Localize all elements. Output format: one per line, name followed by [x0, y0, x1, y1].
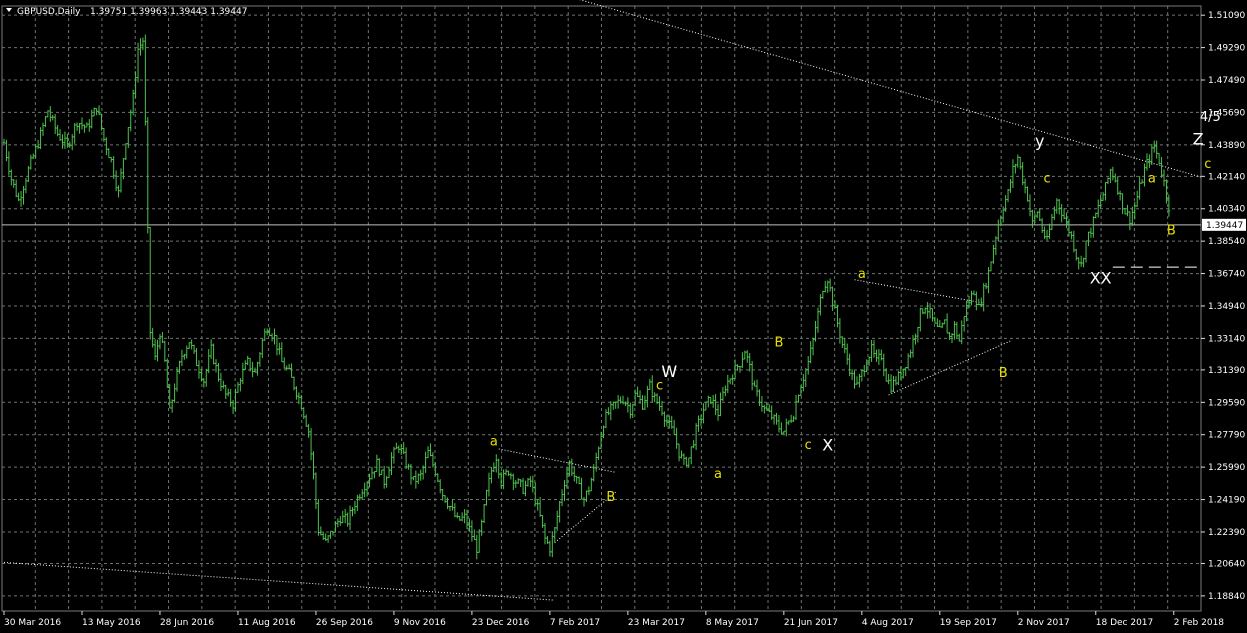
x-tick-label: 21 Jun 2017 — [784, 618, 838, 628]
x-tick-label: 13 May 2016 — [82, 618, 141, 628]
wave-label-major: XX — [1090, 268, 1112, 287]
y-tick-label: 1.42140 — [1208, 172, 1245, 182]
x-tick-label: 9 Nov 2016 — [394, 618, 446, 628]
x-tick-label: 11 Aug 2016 — [238, 618, 296, 628]
x-tick-label: 19 Sep 2017 — [940, 618, 997, 628]
y-tick-label: 1.20640 — [1208, 559, 1245, 569]
y-tick-label: 1.43890 — [1208, 141, 1245, 151]
wave-label-minor: B — [606, 490, 615, 505]
wave-label-minor: a — [714, 467, 722, 482]
y-tick-label: 1.34940 — [1208, 302, 1245, 312]
y-tick-label: 1.45690 — [1208, 108, 1245, 118]
wave-label-minor: B — [1167, 224, 1176, 239]
y-tick-label: 1.31390 — [1208, 366, 1245, 376]
wave-label-minor: B — [775, 335, 784, 350]
wave-label-minor: B — [999, 366, 1008, 381]
y-tick-label: 1.33140 — [1208, 334, 1245, 344]
wave-label-minor: a — [1148, 171, 1156, 186]
price-chart[interactable]: aBcaBcaBc aBcWXyXXZ4/5 1.510901.492901.47… — [0, 0, 1247, 633]
y-tick-label: 1.18840 — [1208, 592, 1245, 602]
x-tick-label: 7 Feb 2017 — [550, 618, 600, 628]
wave-label-minor: a — [858, 267, 866, 282]
x-tick-label: 4 Aug 2017 — [862, 618, 914, 628]
chart-header: GBPUSD,Daily 1.39751 1.39963 1.39443 1.3… — [6, 7, 247, 17]
x-tick-label: 2 Feb 2018 — [1174, 618, 1225, 628]
x-tick-label: 28 Jun 2016 — [160, 618, 214, 628]
y-tick-label: 1.22390 — [1208, 528, 1245, 538]
wave-label-major: X — [822, 436, 833, 455]
y-tick-label: 1.36740 — [1208, 270, 1245, 280]
y-tick-label: 1.40340 — [1208, 205, 1245, 215]
y-tick-label: 1.29590 — [1208, 398, 1245, 408]
ohlc-readout: 1.39751 1.39963 1.39443 1.39447 — [90, 7, 247, 17]
wave-label-major: Z — [1193, 130, 1204, 149]
y-tick-label: 1.51090 — [1208, 11, 1245, 21]
wave-label-minor: c — [805, 438, 812, 453]
wave-label-major: W — [661, 362, 677, 381]
wave-label-minor: a — [490, 434, 498, 449]
x-tick-label: 18 Dec 2017 — [1096, 618, 1154, 628]
wave-label-minor: c — [1043, 171, 1050, 186]
x-tick-label: 8 May 2017 — [706, 618, 759, 628]
x-tick-label: 23 Dec 2016 — [472, 618, 530, 628]
y-tick-label: 1.38540 — [1208, 237, 1245, 247]
y-tick-label: 1.25990 — [1208, 463, 1245, 473]
wave-label-minor: c — [1204, 157, 1211, 172]
current-price-label: 1.39447 — [1206, 221, 1243, 231]
x-tick-label: 23 Mar 2017 — [628, 618, 685, 628]
y-tick-label: 1.47490 — [1208, 76, 1245, 86]
symbol-timeframe: GBPUSD,Daily — [17, 7, 81, 17]
x-tick-label: 30 Mar 2016 — [4, 618, 61, 628]
y-tick-label: 1.24190 — [1208, 496, 1245, 506]
x-tick-label: 2 Nov 2017 — [1018, 618, 1070, 628]
y-tick-label: 1.49290 — [1208, 44, 1245, 54]
x-tick-label: 26 Sep 2016 — [316, 618, 373, 628]
wave-label-major: y — [1035, 131, 1044, 150]
y-tick-label: 1.27790 — [1208, 431, 1245, 441]
chart-background — [0, 0, 1247, 633]
